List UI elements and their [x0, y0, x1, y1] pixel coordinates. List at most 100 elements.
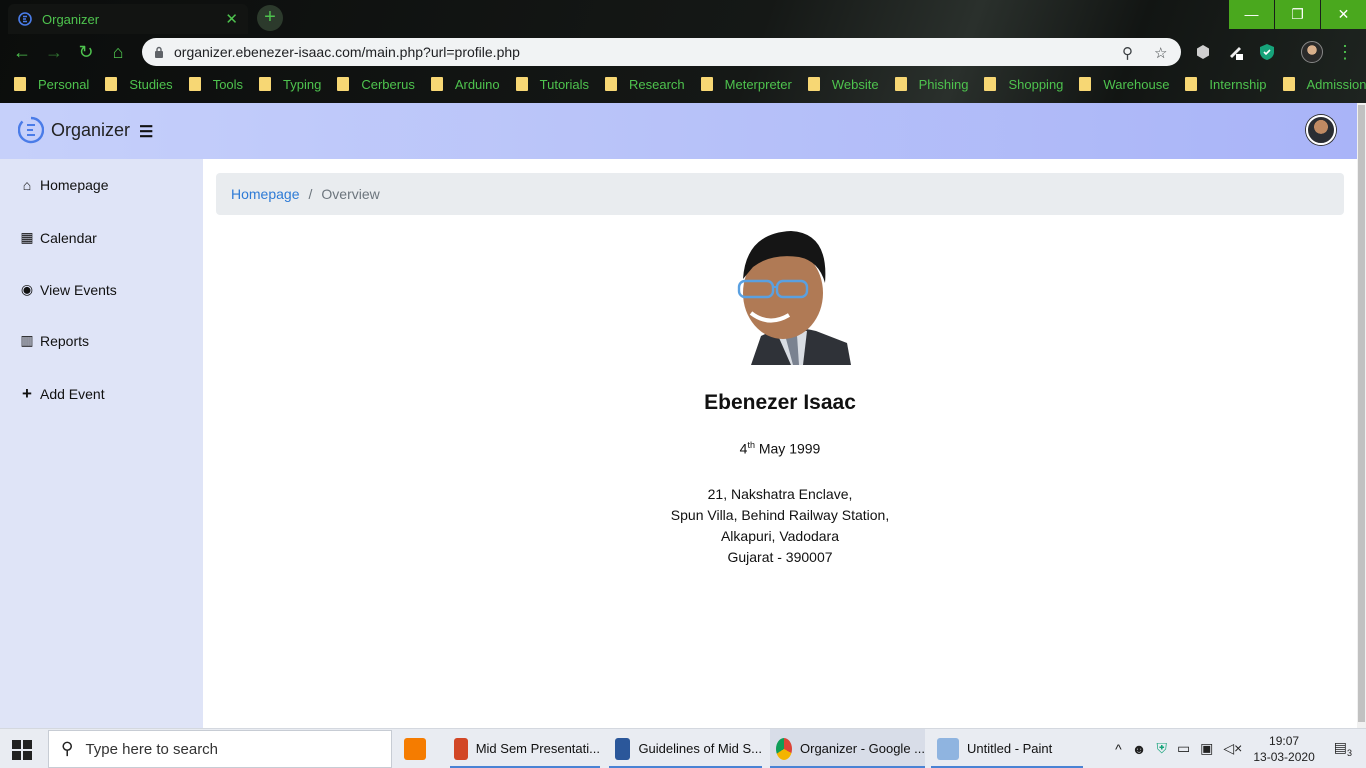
folder-icon [337, 77, 350, 91]
breadcrumb: Homepage / Overview [216, 173, 1344, 215]
browser-tab[interactable]: Organizer ✕ [8, 4, 248, 34]
bookmark-folder[interactable]: Internship [1185, 77, 1267, 92]
chevron-up-icon[interactable]: ^ [1115, 741, 1122, 757]
sidebar-item-label: Reports [40, 332, 90, 349]
sidebar-item-add-event[interactable]: + Add Event [18, 384, 105, 404]
bookmark-folder[interactable]: Research [605, 77, 685, 92]
extension-cube-icon[interactable] [1194, 43, 1212, 61]
scrollbar-thumb[interactable] [1358, 105, 1365, 722]
main-content: Homepage / Overview Ebenezer Isaac 4th M… [203, 159, 1357, 728]
browser-menu-icon[interactable]: ⋮ [1336, 42, 1354, 62]
sidebar-item-calendar[interactable]: ▦ Calendar [18, 229, 97, 246]
minimize-button[interactable]: — [1229, 0, 1274, 29]
extension-shield-icon[interactable] [1258, 43, 1276, 61]
back-button[interactable]: ← [10, 40, 34, 64]
paint-icon [937, 737, 959, 760]
address-line: 21, Nakshatra Enclave, [707, 486, 853, 502]
folder-icon [105, 77, 118, 91]
bookmark-folder[interactable]: Phishing [894, 77, 968, 92]
notifications-icon[interactable]: ▤3 [1334, 739, 1352, 758]
bookmark-folder[interactable]: Arduino [430, 77, 500, 92]
shield-icon[interactable]: ⛨ [1156, 740, 1167, 757]
breadcrumb-current: Overview [321, 186, 380, 202]
calendar-icon: ▦ [20, 229, 34, 245]
sidebar-item-reports[interactable]: ▥ Reports [18, 332, 89, 349]
bookmark-folder[interactable]: Shopping [984, 77, 1063, 92]
bookmark-folder[interactable]: Meterpreter [700, 77, 792, 92]
reload-button[interactable]: ↻ [74, 40, 98, 64]
taskbar-xampp[interactable] [404, 729, 434, 768]
windows-start-icon[interactable] [12, 740, 32, 760]
organizer-favicon-icon [18, 12, 32, 26]
home-button[interactable]: ⌂ [106, 40, 130, 64]
folder-icon [1079, 77, 1092, 91]
sidebar-item-label: View Events [40, 281, 117, 298]
extension-pen-icon[interactable] [1227, 43, 1245, 61]
breadcrumb-home-link[interactable]: Homepage [231, 186, 300, 202]
address-line: Alkapuri, Vadodara [720, 528, 840, 544]
volume-icon[interactable]: ◁× [1223, 740, 1242, 757]
restore-button[interactable]: ❐ [1275, 0, 1320, 29]
breadcrumb-separator: / [308, 186, 313, 202]
address-bar[interactable]: organizer.ebenezer-isaac.com/main.php?ur… [142, 38, 1181, 66]
eye-icon: ◉ [20, 281, 34, 297]
bookmark-folder[interactable]: Warehouse [1079, 77, 1169, 92]
address-line: Spun Villa, Behind Railway Station, [670, 507, 890, 523]
bookmark-folder[interactable]: Tutorials [515, 77, 589, 92]
menu-toggle-icon[interactable]: ☰ [139, 122, 153, 142]
folder-icon [188, 77, 201, 91]
clock[interactable]: 19:07 13-03-2020 [1253, 733, 1314, 765]
bookmark-folder[interactable]: Tools [188, 77, 243, 92]
profile-dob: 4th May 1999 [739, 440, 821, 457]
profile-address: 21, Nakshatra Enclave, Spun Villa, Behin… [203, 484, 1357, 568]
forward-button[interactable]: → [42, 40, 66, 64]
bar-chart-icon: ▥ [20, 332, 34, 348]
clock-time: 19:07 [1269, 733, 1300, 748]
user-avatar[interactable] [1306, 115, 1336, 145]
zoom-icon[interactable]: ⚲ [1122, 44, 1133, 62]
bookmark-folder[interactable]: Website [807, 77, 879, 92]
sidebar-item-view-events[interactable]: ◉ View Events [18, 281, 117, 298]
new-tab-button[interactable]: + [257, 5, 283, 31]
search-placeholder: Type here to search [85, 740, 219, 758]
app-header: Organizer ☰ [0, 103, 1357, 159]
taskbar-app-word[interactable]: Guidelines of Mid S... [609, 729, 762, 768]
folder-icon [700, 77, 713, 91]
folder-icon [984, 77, 997, 91]
plus-icon: + [22, 384, 32, 403]
bookmark-folder[interactable]: Studies [105, 77, 173, 92]
people-icon[interactable]: ☻ [1132, 741, 1147, 757]
battery-icon[interactable]: ▭ [1177, 740, 1190, 757]
home-icon: ⌂ [22, 177, 32, 193]
bookmark-folder[interactable]: Admission [1282, 77, 1366, 92]
browser-toolbar: ← → ↻ ⌂ organizer.ebenezer-isaac.com/mai… [0, 36, 1366, 68]
taskbar-app-powerpoint[interactable]: Mid Sem Presentati... [450, 729, 600, 768]
clock-date: 13-03-2020 [1253, 749, 1315, 764]
lock-icon [155, 46, 163, 58]
taskbar-app-paint[interactable]: Untitled - Paint [931, 729, 1083, 768]
bookmark-star-icon[interactable]: ☆ [1154, 44, 1167, 62]
taskbar-search-input[interactable]: ⚲ Type here to search [48, 730, 392, 768]
chrome-icon [776, 737, 792, 760]
folder-icon [430, 77, 443, 91]
network-icon[interactable]: ▣ [1200, 740, 1213, 757]
close-window-button[interactable]: ✕ [1321, 0, 1366, 29]
bookmark-folder[interactable]: Cerberus [337, 77, 415, 92]
bookmark-folder[interactable]: Personal [14, 77, 89, 92]
page-scrollbar[interactable] [1357, 103, 1366, 728]
sidebar-item-label: Calendar [40, 229, 97, 246]
app-brand[interactable]: Organizer [51, 120, 130, 141]
bookmarks-bar: Personal Studies Tools Typing Cerberus A… [0, 72, 1366, 96]
tab-title: Organizer [42, 11, 100, 27]
sidebar-item-label: Add Event [40, 386, 105, 402]
folder-icon [605, 77, 618, 91]
browser-profile-avatar[interactable] [1301, 41, 1323, 63]
profile-name: Ebenezer Isaac [704, 391, 856, 414]
taskbar-app-chrome[interactable]: Organizer - Google ... [770, 729, 925, 768]
sidebar-item-homepage[interactable]: ⌂ Homepage [18, 177, 109, 193]
bookmark-folder[interactable]: Typing [259, 77, 321, 92]
tab-close-icon[interactable]: ✕ [225, 10, 238, 28]
folder-icon [1282, 77, 1295, 91]
sidebar-item-label: Homepage [40, 177, 109, 193]
profile-photo [721, 231, 851, 365]
